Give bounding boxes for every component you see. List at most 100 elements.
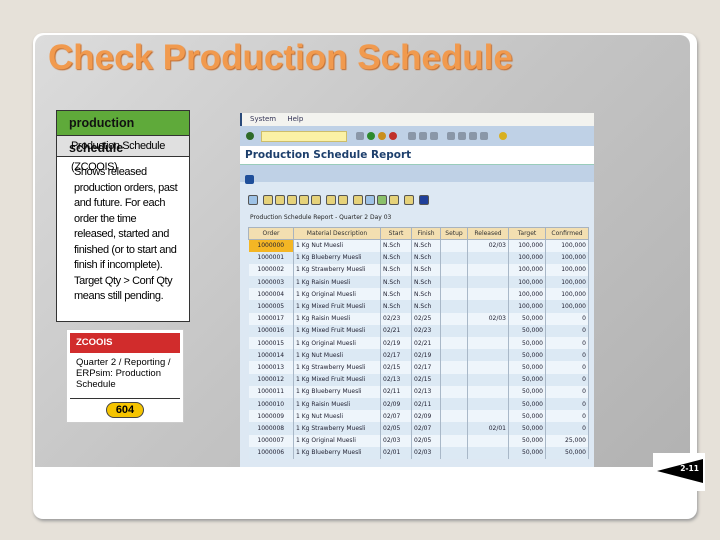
cell-order[interactable]: 1000012	[248, 373, 294, 386]
cell-released[interactable]	[467, 251, 509, 264]
cell-finish[interactable]: N.Sch	[411, 300, 441, 313]
cell-released[interactable]	[467, 288, 509, 301]
cell-start[interactable]: 02/19	[380, 337, 412, 350]
cell-target[interactable]: 50,000	[508, 385, 546, 398]
cell-order[interactable]: 1000015	[248, 337, 294, 350]
enter-icon[interactable]	[246, 132, 254, 140]
cell-setup[interactable]	[440, 385, 468, 398]
cell-setup[interactable]	[440, 446, 468, 459]
cell-setup[interactable]	[440, 300, 468, 313]
cell-confirmed[interactable]: 0	[545, 397, 589, 411]
sum-icon[interactable]	[326, 195, 336, 205]
details-icon[interactable]	[248, 195, 258, 205]
cell-order[interactable]: 1000009	[248, 410, 294, 423]
table-row[interactable]: 1000015 1 Kg Original Muesli 02/19 02/21 50,…	[248, 337, 589, 350]
cell-material[interactable]: 1 Kg Mixed Fruit Muesli	[293, 373, 381, 386]
cell-confirmed[interactable]: 0	[545, 373, 589, 386]
cell-confirmed[interactable]: 100,000	[545, 288, 589, 301]
cell-confirmed[interactable]: 100,000	[545, 251, 589, 264]
table-row[interactable]: 1000017 1 Kg Raisin Muesli 02/23 02/25 02/03…	[248, 312, 589, 325]
cell-order[interactable]: 1000007	[248, 434, 294, 447]
cancel-icon[interactable]	[389, 132, 397, 140]
cell-target[interactable]: 100,000	[508, 288, 546, 301]
cell-confirmed[interactable]: 50,000	[545, 446, 589, 459]
cell-setup[interactable]	[440, 312, 468, 325]
cell-released[interactable]	[467, 263, 509, 277]
cell-setup[interactable]	[440, 276, 468, 289]
cell-released[interactable]	[467, 410, 509, 423]
cell-finish[interactable]: 02/19	[411, 349, 441, 362]
cell-material[interactable]: 1 Kg Blueberry Muesli	[293, 385, 381, 398]
cell-order[interactable]: 1000004	[248, 288, 294, 301]
cell-target[interactable]: 100,000	[508, 300, 546, 313]
cell-finish[interactable]: 02/03	[411, 446, 441, 459]
table-row[interactable]: 1000013 1 Kg Strawberry Muesli 02/15 02/17 5…	[248, 361, 589, 374]
cell-finish[interactable]: N.Sch	[411, 239, 441, 252]
cell-finish[interactable]: 02/25	[411, 312, 441, 325]
cell-material[interactable]: 1 Kg Original Muesli	[293, 434, 381, 447]
cell-setup[interactable]	[440, 239, 468, 252]
cell-setup[interactable]	[440, 337, 468, 350]
menu-system[interactable]: System	[250, 115, 276, 123]
cell-confirmed[interactable]: 0	[545, 410, 589, 423]
cell-material[interactable]: 1 Kg Raisin Muesli	[293, 276, 381, 289]
cell-order[interactable]: 1000014	[248, 349, 294, 362]
table-row[interactable]: 1000012 1 Kg Mixed Fruit Muesli 02/13 02/15…	[248, 373, 589, 386]
first-page-icon[interactable]	[447, 132, 455, 140]
table-row[interactable]: 1000000 1 Kg Nut Muesli N.Sch N.Sch 02/03 100…	[248, 239, 589, 252]
cell-setup[interactable]	[440, 397, 468, 411]
cell-target[interactable]: 100,000	[508, 239, 546, 252]
cell-released[interactable]	[467, 337, 509, 350]
cell-target[interactable]: 50,000	[508, 361, 546, 374]
refresh-icon[interactable]	[245, 175, 254, 184]
cell-start[interactable]: N.Sch	[380, 276, 412, 289]
cell-setup[interactable]	[440, 251, 468, 264]
cell-material[interactable]: 1 Kg Strawberry Muesli	[293, 361, 381, 374]
cell-released[interactable]	[467, 434, 509, 447]
cell-start[interactable]: 02/07	[380, 410, 412, 423]
cell-finish[interactable]: 02/07	[411, 422, 441, 435]
cell-finish[interactable]: 02/21	[411, 337, 441, 350]
filter-icon[interactable]	[311, 195, 321, 205]
cell-released[interactable]: 02/03	[467, 239, 509, 252]
cell-confirmed[interactable]: 0	[545, 312, 589, 325]
cell-order[interactable]: 1000008	[248, 422, 294, 435]
cell-confirmed[interactable]: 100,000	[545, 300, 589, 313]
cell-released[interactable]	[467, 373, 509, 386]
table-row[interactable]: 1000005 1 Kg Mixed Fruit Muesli N.Sch N.Sch…	[248, 300, 589, 313]
cell-target[interactable]: 50,000	[508, 446, 546, 459]
cell-start[interactable]: 02/11	[380, 385, 412, 398]
cell-material[interactable]: 1 Kg Blueberry Muesli	[293, 446, 381, 459]
cell-finish[interactable]: N.Sch	[411, 288, 441, 301]
cell-target[interactable]: 50,000	[508, 397, 546, 411]
cell-finish[interactable]: N.Sch	[411, 276, 441, 289]
layout-icon[interactable]	[389, 195, 399, 205]
cell-released[interactable]: 02/01	[467, 422, 509, 435]
cell-material[interactable]: 1 Kg Raisin Muesli	[293, 312, 381, 325]
back-icon[interactable]	[367, 132, 375, 140]
cell-order[interactable]: 1000011	[248, 385, 294, 398]
cell-released[interactable]	[467, 300, 509, 313]
cell-material[interactable]: 1 Kg Raisin Muesli	[293, 397, 381, 411]
cell-target[interactable]: 50,000	[508, 337, 546, 350]
cell-finish[interactable]: N.Sch	[411, 263, 441, 277]
cell-start[interactable]: N.Sch	[380, 263, 412, 277]
table-row[interactable]: 1000007 1 Kg Original Muesli 02/03 02/05 50,…	[248, 434, 589, 447]
cell-released[interactable]	[467, 276, 509, 289]
find-icon[interactable]	[287, 195, 297, 205]
sort-desc-icon[interactable]	[275, 195, 285, 205]
cell-finish[interactable]: 02/11	[411, 397, 441, 411]
cell-released[interactable]	[467, 446, 509, 459]
table-row[interactable]: 1000014 1 Kg Nut Muesli 02/17 02/19 50,000 0	[248, 349, 589, 362]
cell-confirmed[interactable]: 0	[545, 324, 589, 337]
find-next-icon[interactable]	[430, 132, 438, 140]
col-material[interactable]: Material Description	[293, 227, 381, 240]
next-page-icon[interactable]	[469, 132, 477, 140]
col-start[interactable]: Start	[380, 227, 412, 240]
cell-start[interactable]: 02/01	[380, 446, 412, 459]
cell-order[interactable]: 1000003	[248, 276, 294, 289]
cell-start[interactable]: N.Sch	[380, 239, 412, 252]
cell-material[interactable]: 1 Kg Original Muesli	[293, 337, 381, 350]
cell-released[interactable]	[467, 324, 509, 337]
info-icon[interactable]	[419, 195, 429, 205]
